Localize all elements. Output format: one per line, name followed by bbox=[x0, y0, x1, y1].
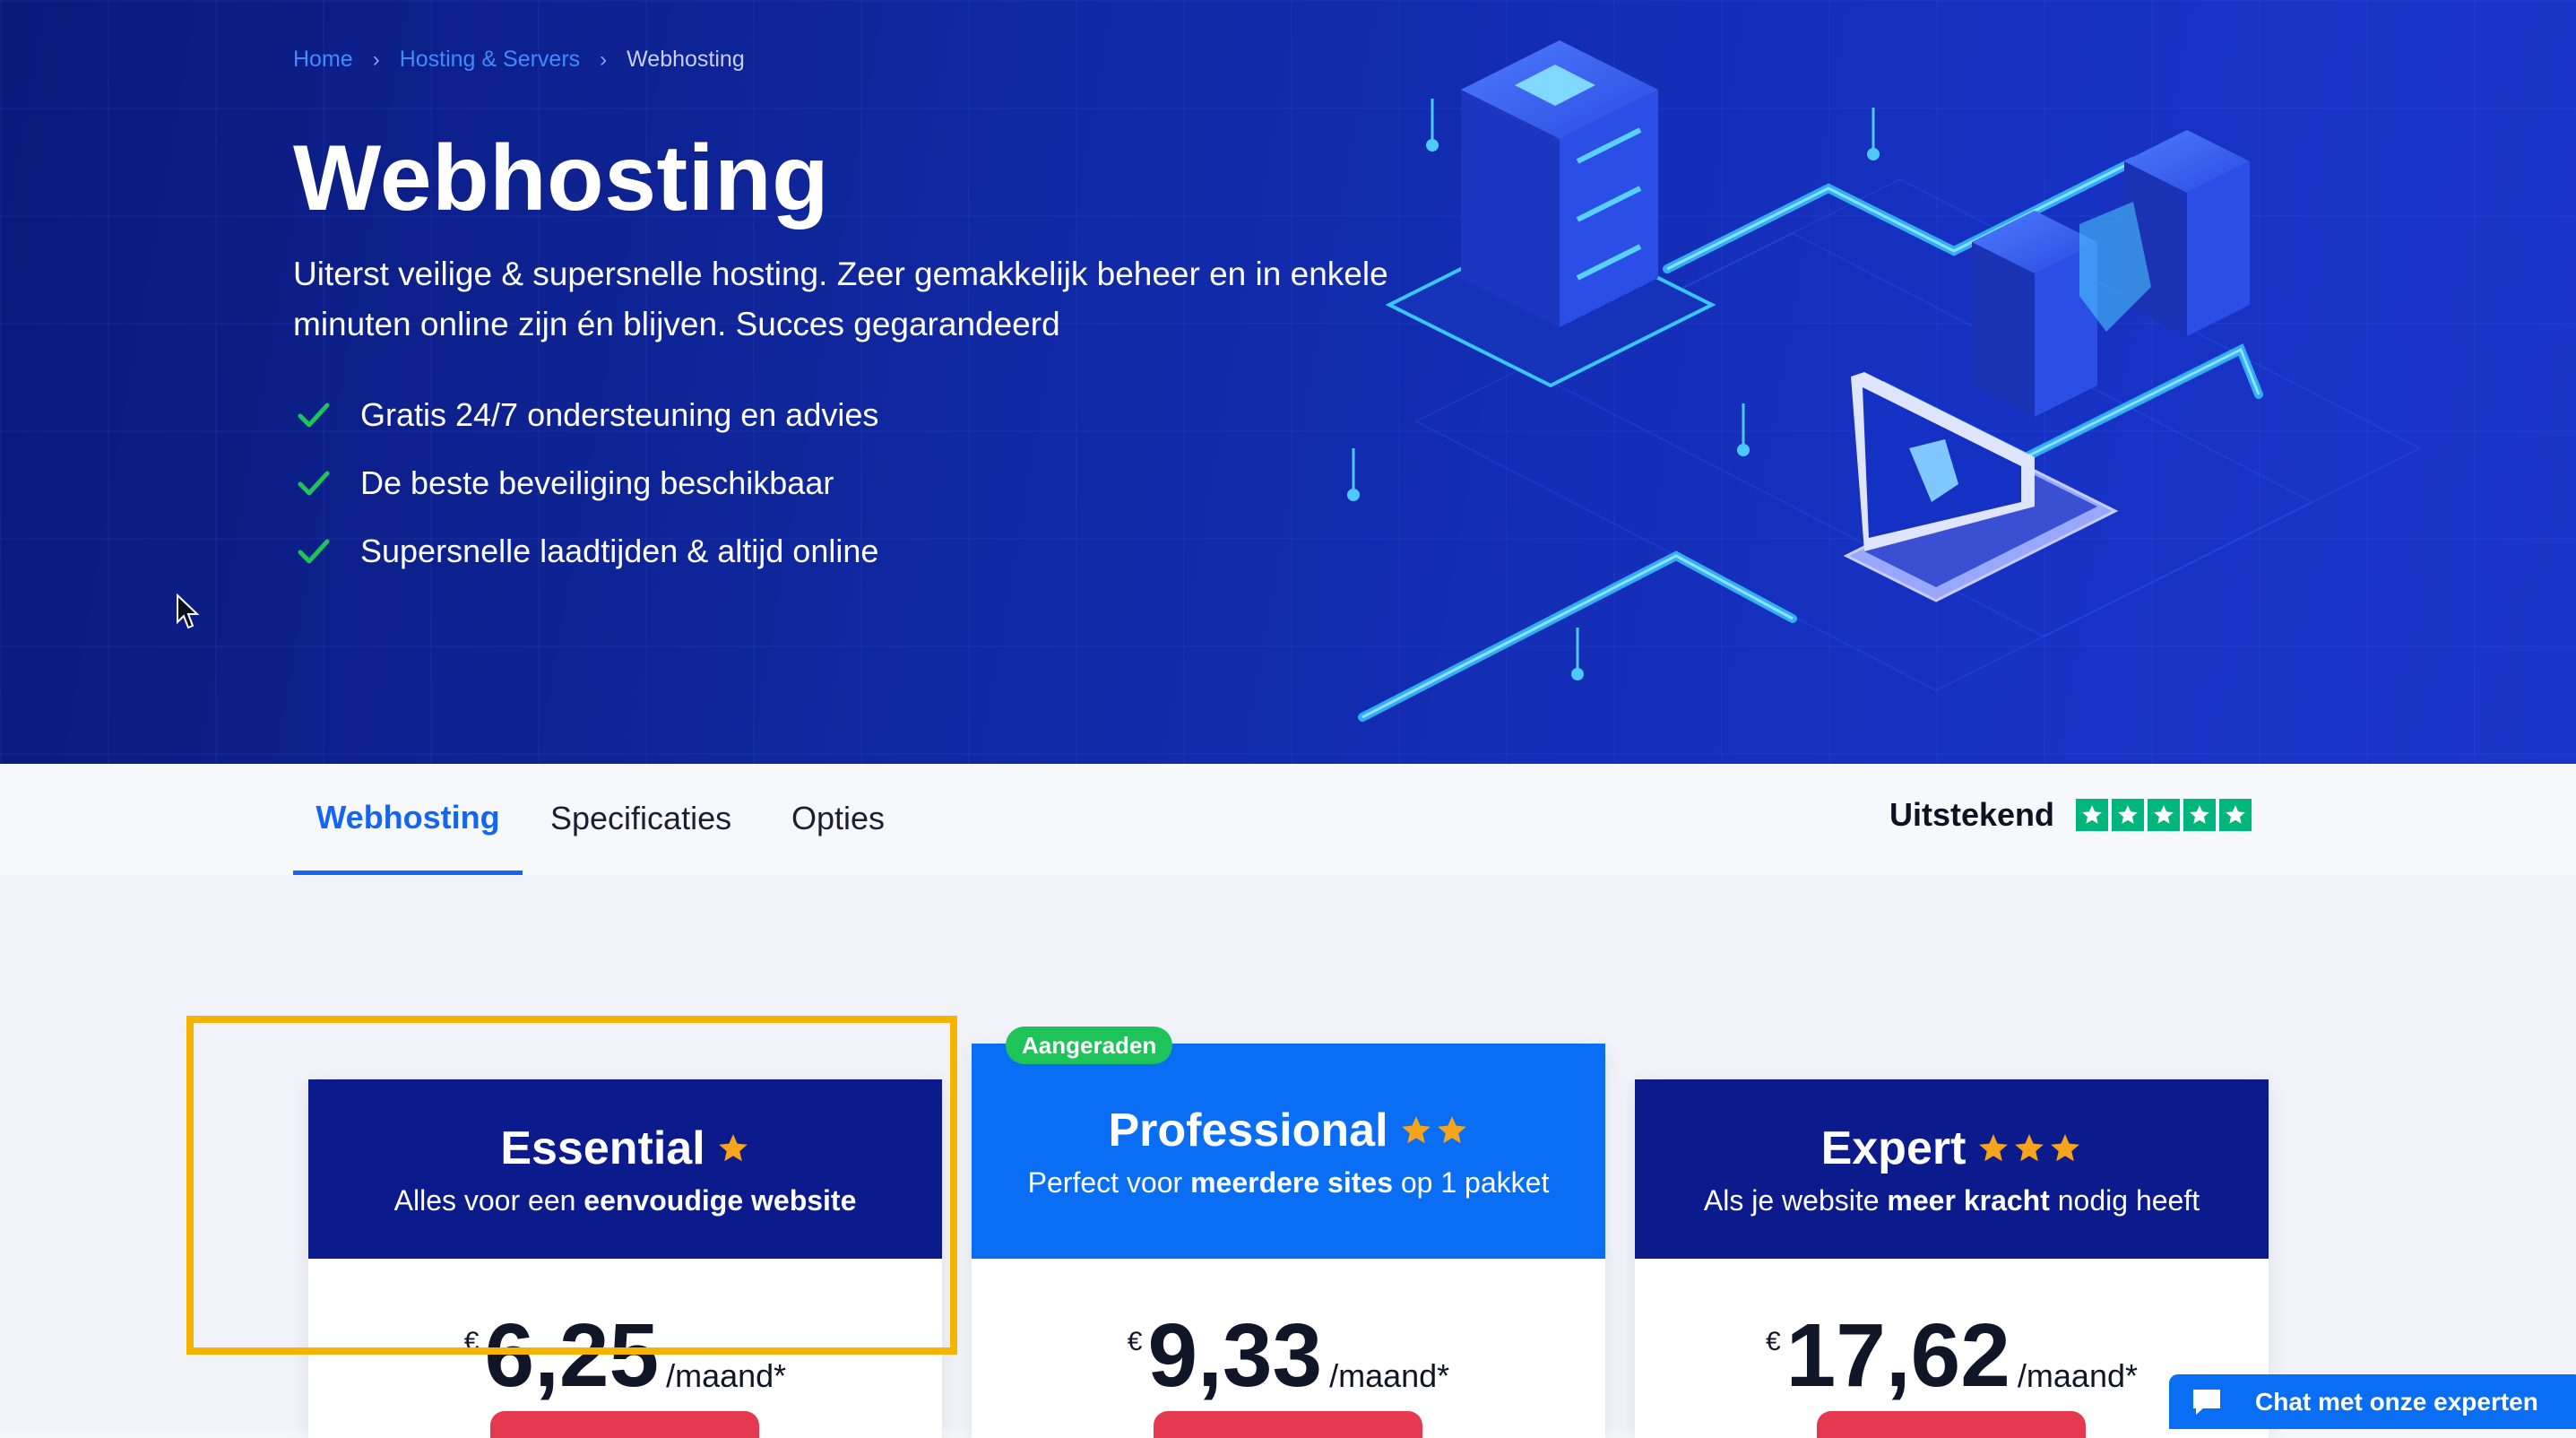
breadcrumb: Home › Hosting & Servers › Webhosting bbox=[293, 47, 745, 73]
star-icon bbox=[2219, 799, 2252, 831]
star-icon bbox=[1437, 1115, 1466, 1143]
breadcrumb-home-link[interactable]: Home bbox=[293, 47, 353, 73]
plan-desc-text: Perfect voor bbox=[1027, 1165, 1191, 1199]
tab-opties[interactable]: Opties bbox=[791, 764, 885, 873]
discount-badge bbox=[490, 1411, 759, 1438]
feature-item: De beste beveiliging beschikbaar bbox=[298, 449, 878, 517]
server-illustration bbox=[1347, 40, 2423, 722]
plan-desc-bold: meerdere sites bbox=[1190, 1165, 1393, 1199]
plan-title: Expert bbox=[1821, 1122, 2083, 1175]
feature-item: Supersnelle laadtijden & altijd online bbox=[298, 517, 878, 585]
price-period: /maand* bbox=[1329, 1357, 1450, 1394]
star-icon bbox=[1979, 1133, 2009, 1161]
chevron-right-icon: › bbox=[600, 47, 608, 72]
trustpilot-rating[interactable]: Uitstekend bbox=[1889, 796, 2252, 834]
recommended-badge: Aangeraden bbox=[1006, 1027, 1173, 1064]
plan-price: € 9,33 /maand* bbox=[972, 1311, 1605, 1400]
highlight-frame bbox=[186, 1016, 957, 1355]
star-icon bbox=[2148, 799, 2180, 831]
plan-name: Professional bbox=[1108, 1104, 1388, 1156]
check-icon bbox=[298, 538, 335, 565]
section-tab-bar: Webhosting Specificaties Opties Uitsteke… bbox=[0, 764, 2576, 877]
tab-specificaties[interactable]: Specificaties bbox=[550, 764, 731, 873]
hero-banner: Home › Hosting & Servers › Webhosting We… bbox=[0, 0, 2576, 764]
plan-title: Professional bbox=[1108, 1104, 1468, 1157]
chat-bubble-icon bbox=[2191, 1387, 2223, 1417]
star-icon bbox=[2183, 799, 2216, 831]
check-icon bbox=[298, 470, 335, 497]
feature-text: Gratis 24/7 ondersteuning en advies bbox=[360, 396, 879, 433]
hero-subtitle: Uiterst veilige & supersnelle hosting. Z… bbox=[293, 256, 1388, 342]
price-currency: € bbox=[1765, 1327, 1781, 1356]
rating-label: Uitstekend bbox=[1889, 796, 2054, 833]
check-icon bbox=[298, 402, 335, 429]
plan-desc-suffix: nodig heeft bbox=[2049, 1183, 2200, 1217]
chevron-right-icon: › bbox=[372, 47, 380, 72]
plan-desc-bold: meer kracht bbox=[1887, 1183, 2050, 1217]
price-amount: 9,33 bbox=[1147, 1305, 1323, 1406]
plan-stars bbox=[1399, 1113, 1469, 1148]
page-title: Webhosting bbox=[293, 126, 830, 230]
discount-badge bbox=[1817, 1411, 2086, 1438]
plan-name: Expert bbox=[1820, 1122, 1967, 1174]
breadcrumb-hosting-link[interactable]: Hosting & Servers bbox=[400, 47, 580, 73]
star-icon bbox=[1401, 1115, 1431, 1143]
plan-card-professional[interactable]: Professional Perfect voor meerdere sites… bbox=[972, 1044, 1605, 1438]
trustpilot-stars bbox=[2076, 799, 2252, 831]
plan-header: Expert Als je website meer kracht nodig … bbox=[1635, 1079, 2269, 1259]
plan-description: Als je website meer kracht nodig heeft bbox=[1704, 1184, 2200, 1217]
feature-text: De beste beveiliging beschikbaar bbox=[360, 464, 834, 501]
star-icon bbox=[2051, 1133, 2080, 1161]
chat-button[interactable]: Chat met onze experten bbox=[2169, 1374, 2576, 1429]
plan-header: Professional Perfect voor meerdere sites… bbox=[972, 1044, 1605, 1259]
mouse-cursor-icon bbox=[176, 593, 201, 636]
feature-text: Supersnelle laadtijden & altijd online bbox=[360, 533, 879, 569]
breadcrumb-current: Webhosting bbox=[627, 47, 745, 72]
plan-description: Perfect voor meerdere sites op 1 pakket bbox=[1028, 1166, 1550, 1200]
star-icon bbox=[2015, 1133, 2044, 1161]
plan-stars bbox=[1976, 1131, 2082, 1165]
price-period: /maand* bbox=[2017, 1357, 2139, 1394]
tab-webhosting[interactable]: Webhosting bbox=[293, 764, 523, 875]
star-icon bbox=[2112, 799, 2144, 831]
plan-desc-suffix: op 1 pakket bbox=[1392, 1165, 1550, 1199]
price-amount: 17,62 bbox=[1785, 1305, 2010, 1406]
discount-badge bbox=[1154, 1411, 1422, 1438]
feature-item: Gratis 24/7 ondersteuning en advies bbox=[298, 381, 878, 449]
price-period: /maand* bbox=[666, 1357, 787, 1394]
chat-label: Chat met onze experten bbox=[2255, 1387, 2538, 1416]
feature-list: Gratis 24/7 ondersteuning en advies De b… bbox=[298, 381, 878, 585]
price-currency: € bbox=[1127, 1327, 1143, 1356]
star-icon bbox=[2076, 799, 2108, 831]
plan-desc-text: Als je website bbox=[1703, 1183, 1888, 1217]
